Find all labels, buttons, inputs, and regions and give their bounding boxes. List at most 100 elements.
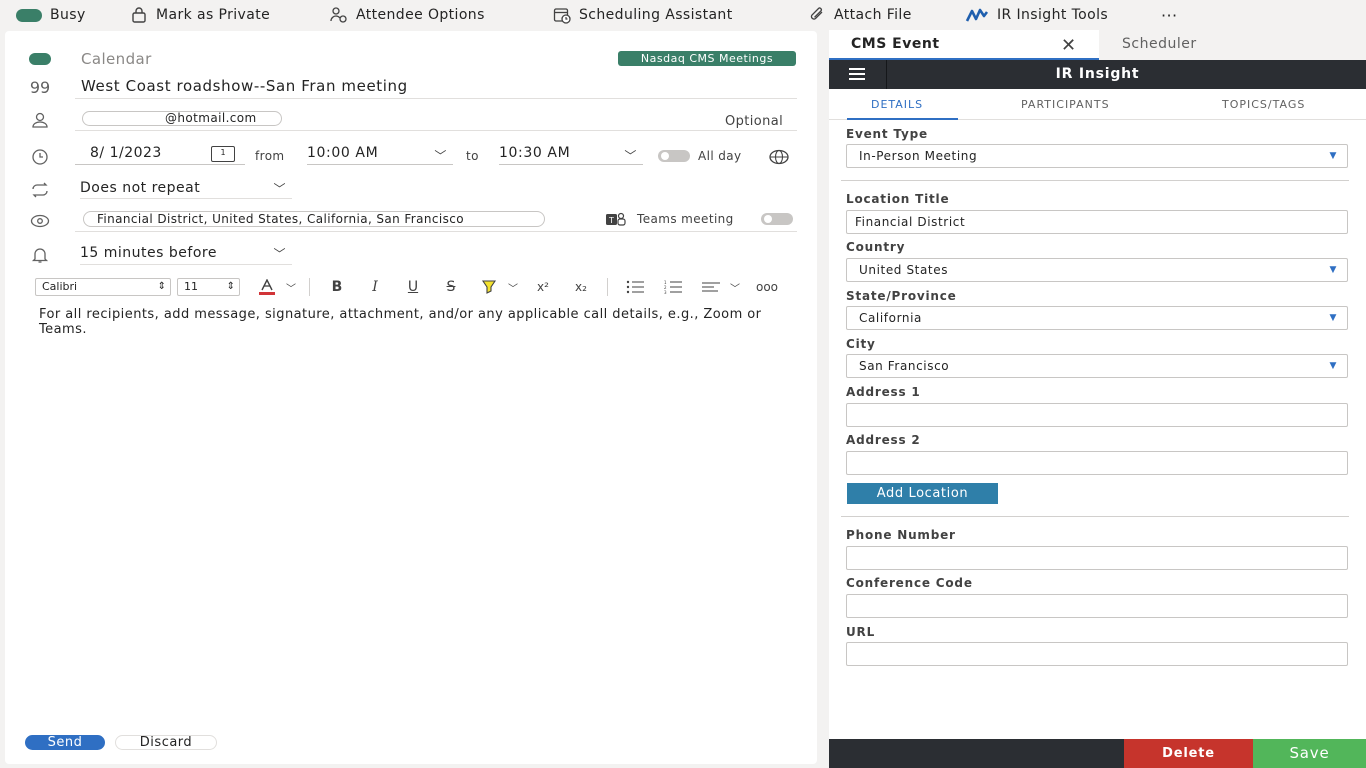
ir-insight-title: IR Insight (1055, 66, 1140, 82)
attendee-person-icon (29, 109, 51, 131)
mark-private-button[interactable]: Mark as Private (130, 0, 270, 30)
save-button[interactable]: Save (1253, 739, 1366, 768)
event-type-value: In-Person Meeting (859, 149, 978, 163)
bullet-list-icon[interactable] (625, 278, 645, 296)
calendar-selector[interactable]: Calendar (81, 50, 152, 68)
font-color-icon (259, 279, 275, 295)
superscript-icon[interactable]: x² (533, 278, 553, 296)
reminder-value: 15 minutes before (80, 245, 217, 261)
font-size-select[interactable]: 11 ⇕ (177, 278, 240, 296)
italic-icon[interactable]: I (365, 278, 385, 296)
discard-button[interactable]: Discard (115, 735, 217, 750)
address2-input[interactable] (846, 451, 1348, 475)
url-input[interactable] (846, 642, 1348, 666)
caret-down-icon: ▼ (1329, 313, 1337, 323)
add-location-button[interactable]: Add Location (847, 483, 998, 504)
teams-meeting-toggle[interactable] (761, 213, 793, 225)
numbered-list-icon[interactable]: 123 (663, 278, 683, 296)
chevron-down-icon: ﹀ (273, 182, 286, 196)
people-settings-icon (330, 7, 347, 23)
chevron-down-icon: ﹀ (273, 247, 286, 261)
phone-number-label: Phone Number (846, 528, 956, 542)
location-title-input[interactable]: Financial District (846, 210, 1348, 234)
font-color-button[interactable] (257, 278, 277, 296)
scheduling-assistant-label: Scheduling Assistant (579, 7, 733, 23)
start-time-field[interactable]: 10:00 AM ﹀ (307, 141, 453, 165)
all-day-label: All day (698, 149, 742, 163)
align-icon[interactable] (701, 278, 721, 296)
delete-button[interactable]: Delete (1124, 739, 1253, 768)
tab-scheduler[interactable]: Scheduler (1122, 36, 1197, 52)
mark-private-label: Mark as Private (156, 7, 271, 23)
clock-icon (29, 146, 51, 168)
more-formatting-icon[interactable]: ooo (756, 278, 778, 296)
repeat-dropdown[interactable]: Does not repeat ﹀ (80, 180, 292, 199)
highlight-button[interactable] (479, 278, 499, 296)
attendee-divider (75, 130, 797, 131)
underline-icon[interactable]: U (403, 278, 423, 296)
address1-input[interactable] (846, 403, 1348, 427)
attach-file-button[interactable]: Attach File (808, 0, 912, 30)
country-value: United States (859, 263, 949, 277)
city-label: City (846, 337, 876, 351)
teams-icon: T (605, 208, 627, 230)
message-body[interactable]: For all recipients, add message, signatu… (39, 307, 779, 337)
state-label: State/Province (846, 289, 957, 303)
time-zone-globe-icon[interactable] (768, 146, 790, 168)
busy-status-button[interactable]: Busy (16, 0, 86, 30)
hamburger-menu-icon[interactable] (849, 68, 865, 80)
font-size-value: 11 (184, 280, 198, 293)
highlight-dropdown[interactable]: ﹀ (503, 278, 523, 296)
ir-insight-header: IR Insight (829, 60, 1366, 89)
location-title-label: Location Title (846, 192, 950, 206)
tab-participants[interactable]: PARTICIPANTS (1021, 98, 1110, 111)
scheduling-assistant-button[interactable]: Scheduling Assistant (553, 0, 733, 30)
tab-cms-event-label: CMS Event (851, 36, 940, 52)
updown-icon: ⇕ (226, 281, 235, 292)
all-day-toggle[interactable] (658, 150, 690, 162)
send-button[interactable]: Send (25, 735, 105, 750)
tab-details[interactable]: DETAILS (871, 98, 923, 111)
subscript-icon[interactable]: x₂ (571, 278, 591, 296)
align-dropdown[interactable]: ﹀ (725, 278, 745, 296)
phone-number-input[interactable] (846, 546, 1348, 570)
reminder-dropdown[interactable]: 15 minutes before ﹀ (80, 245, 292, 265)
font-family-select[interactable]: Calibri ⇕ (35, 278, 171, 296)
toolbar-separator (607, 278, 608, 296)
conference-code-input[interactable] (846, 594, 1348, 618)
location-chip[interactable]: Financial District, United States, Calif… (83, 211, 545, 227)
category-badge[interactable]: Nasdaq CMS Meetings (618, 51, 796, 66)
repeat-icon (29, 179, 51, 201)
strikethrough-icon[interactable]: S (441, 278, 461, 296)
end-time-field[interactable]: 10:30 AM ﹀ (499, 141, 643, 165)
tab-cms-event[interactable]: CMS Event ✕ (829, 30, 1099, 60)
attendee-chip[interactable]: @hotmail.com (82, 111, 282, 126)
more-options-button[interactable]: ··· (1161, 0, 1177, 30)
date-picker-icon[interactable]: 1 (211, 146, 235, 162)
section-divider (841, 516, 1349, 517)
svg-text:3: 3 (664, 290, 667, 294)
close-icon[interactable]: ✕ (1061, 35, 1076, 56)
details-tab-bar: DETAILS PARTICIPANTS TOPICS/TAGS (829, 89, 1366, 120)
end-time-value: 10:30 AM (499, 145, 571, 161)
city-select[interactable]: San Francisco ▼ (846, 354, 1348, 378)
attendee-options-button[interactable]: Attendee Options (330, 0, 485, 30)
url-label: URL (846, 625, 876, 639)
compose-pane: Calendar Nasdaq CMS Meetings 99 West Coa… (5, 31, 817, 764)
country-label: Country (846, 240, 906, 254)
tab-topics-tags[interactable]: TOPICS/TAGS (1222, 98, 1305, 111)
ribbon-toolbar: Busy Mark as Private Attendee Options Sc… (0, 0, 1366, 30)
ir-insight-tools-button[interactable]: IR Insight Tools (965, 0, 1108, 30)
bold-icon[interactable]: B (327, 278, 347, 296)
event-type-label: Event Type (846, 127, 928, 141)
city-value: San Francisco (859, 359, 950, 373)
country-select[interactable]: United States ▼ (846, 258, 1348, 282)
font-color-dropdown[interactable]: ﹀ (281, 278, 301, 296)
state-select[interactable]: California ▼ (846, 306, 1348, 330)
font-family-value: Calibri (42, 280, 78, 293)
optional-attendees-link[interactable]: Optional (725, 114, 783, 129)
event-type-select[interactable]: In-Person Meeting ▼ (846, 144, 1348, 168)
event-title-input[interactable]: West Coast roadshow--San Fran meeting (81, 77, 408, 95)
svg-text:T: T (608, 216, 614, 225)
paperclip-icon (810, 7, 823, 20)
